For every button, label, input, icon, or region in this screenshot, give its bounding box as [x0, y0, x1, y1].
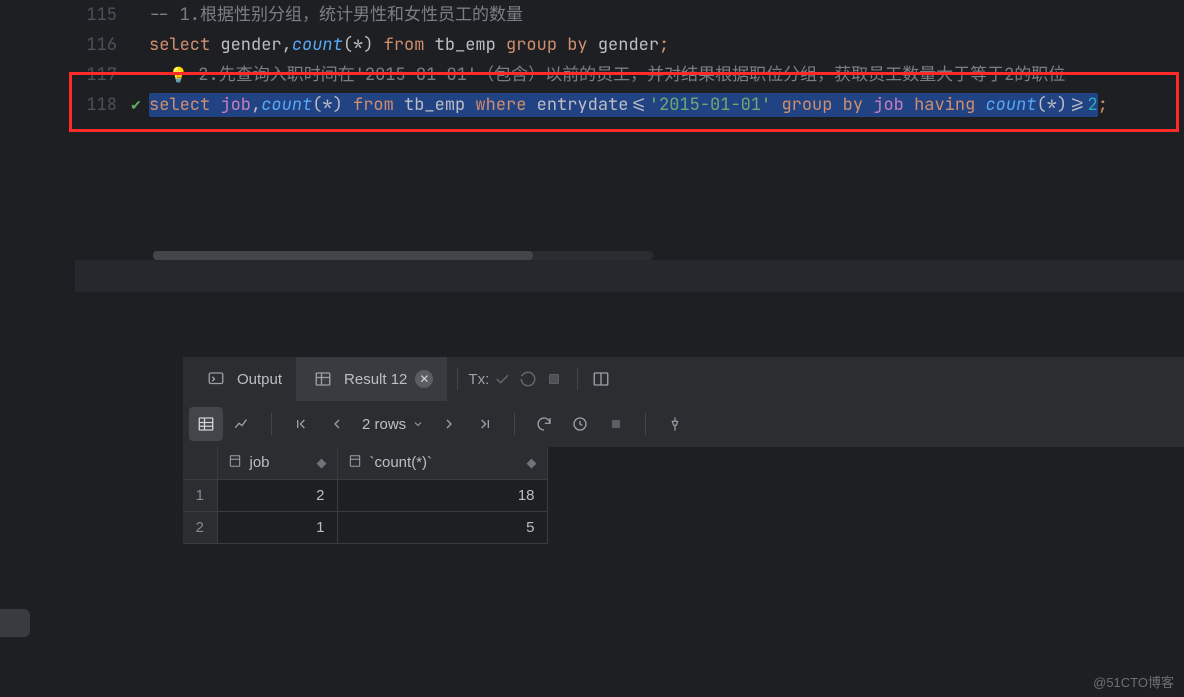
row-number: 2 — [183, 511, 217, 543]
line-number: 117 — [75, 64, 123, 86]
line-number: 115 — [75, 4, 123, 26]
rows-indicator[interactable]: 2 rows — [356, 416, 430, 433]
gutter-run-icon[interactable]: ✔ — [123, 97, 149, 114]
layout-icon[interactable] — [588, 366, 614, 392]
cell-count[interactable]: 5 — [337, 511, 547, 543]
results-panel: Output Result 12 ✕ Tx: — [75, 357, 1184, 697]
cell-job[interactable]: 2 — [217, 479, 337, 511]
empty-area — [75, 292, 1184, 357]
sort-icon[interactable]: ◆ — [527, 455, 537, 471]
tab-output-label: Output — [237, 371, 282, 388]
line-number: 116 — [75, 34, 123, 56]
close-icon[interactable]: ✕ — [415, 370, 433, 388]
sort-icon[interactable]: ◆ — [317, 455, 327, 471]
next-page-button[interactable] — [432, 407, 466, 441]
table-view-button[interactable] — [189, 407, 223, 441]
prev-page-button[interactable] — [320, 407, 354, 441]
lightbulb-icon[interactable]: 💡 — [169, 65, 188, 85]
output-icon — [203, 366, 229, 392]
code-line[interactable]: select gender,count(*) from tb_emp group… — [149, 30, 1184, 60]
selected-sql[interactable]: select job,count(*) from tb_emp where en… — [149, 93, 1098, 117]
column-icon — [348, 454, 362, 472]
column-header-count[interactable]: `count(*)`◆ — [337, 447, 547, 479]
last-page-button[interactable] — [468, 407, 502, 441]
code-line[interactable]: - 💡 2.先查询入职时间在'2015-01-01'（包含）以前的员工，并对结果… — [149, 60, 1184, 90]
code-editor[interactable]: 115 -- 1.根据性别分组，统计男性和女性员工的数量 116 select … — [75, 0, 1184, 260]
chevron-down-icon — [412, 418, 424, 430]
first-page-button[interactable] — [284, 407, 318, 441]
grid-corner[interactable] — [183, 447, 217, 479]
cancel-button[interactable] — [599, 407, 633, 441]
column-icon — [228, 454, 242, 472]
refresh-button[interactable] — [527, 407, 561, 441]
tab-result-label: Result 12 — [344, 371, 407, 388]
code-line[interactable]: -- 1.根据性别分组，统计男性和女性员工的数量 — [149, 0, 1184, 30]
rollback-icon[interactable] — [515, 366, 541, 392]
tab-result[interactable]: Result 12 ✕ — [296, 357, 447, 401]
results-toolbar: 2 rows — [183, 401, 1184, 447]
panel-divider[interactable] — [75, 260, 1184, 292]
table-row[interactable]: 1 2 18 — [183, 479, 547, 511]
activity-bar — [0, 0, 75, 697]
cell-job[interactable]: 1 — [217, 511, 337, 543]
commit-icon[interactable] — [489, 366, 515, 392]
column-header-job[interactable]: job◆ — [217, 447, 337, 479]
tx-label: Tx: — [468, 366, 489, 392]
pin-button[interactable] — [658, 407, 692, 441]
chart-view-button[interactable] — [225, 407, 259, 441]
stop-icon[interactable] — [541, 366, 567, 392]
tab-output[interactable]: Output — [189, 357, 296, 401]
results-tabs: Output Result 12 ✕ Tx: — [183, 357, 1184, 401]
table-row[interactable]: 2 1 5 — [183, 511, 547, 543]
cell-count[interactable]: 18 — [337, 479, 547, 511]
sidebar-collapsed-item[interactable] — [0, 609, 30, 637]
watermark: @51CTO博客 — [1093, 672, 1174, 691]
row-number: 1 — [183, 479, 217, 511]
line-number: 118 — [75, 94, 123, 116]
code-line[interactable]: select job,count(*) from tb_emp where en… — [149, 90, 1184, 120]
table-icon — [310, 366, 336, 392]
results-grid[interactable]: job◆ `count(*)`◆ 1 2 18 2 — [183, 447, 1184, 544]
horizontal-scrollbar[interactable] — [153, 251, 653, 260]
auto-refresh-button[interactable] — [563, 407, 597, 441]
